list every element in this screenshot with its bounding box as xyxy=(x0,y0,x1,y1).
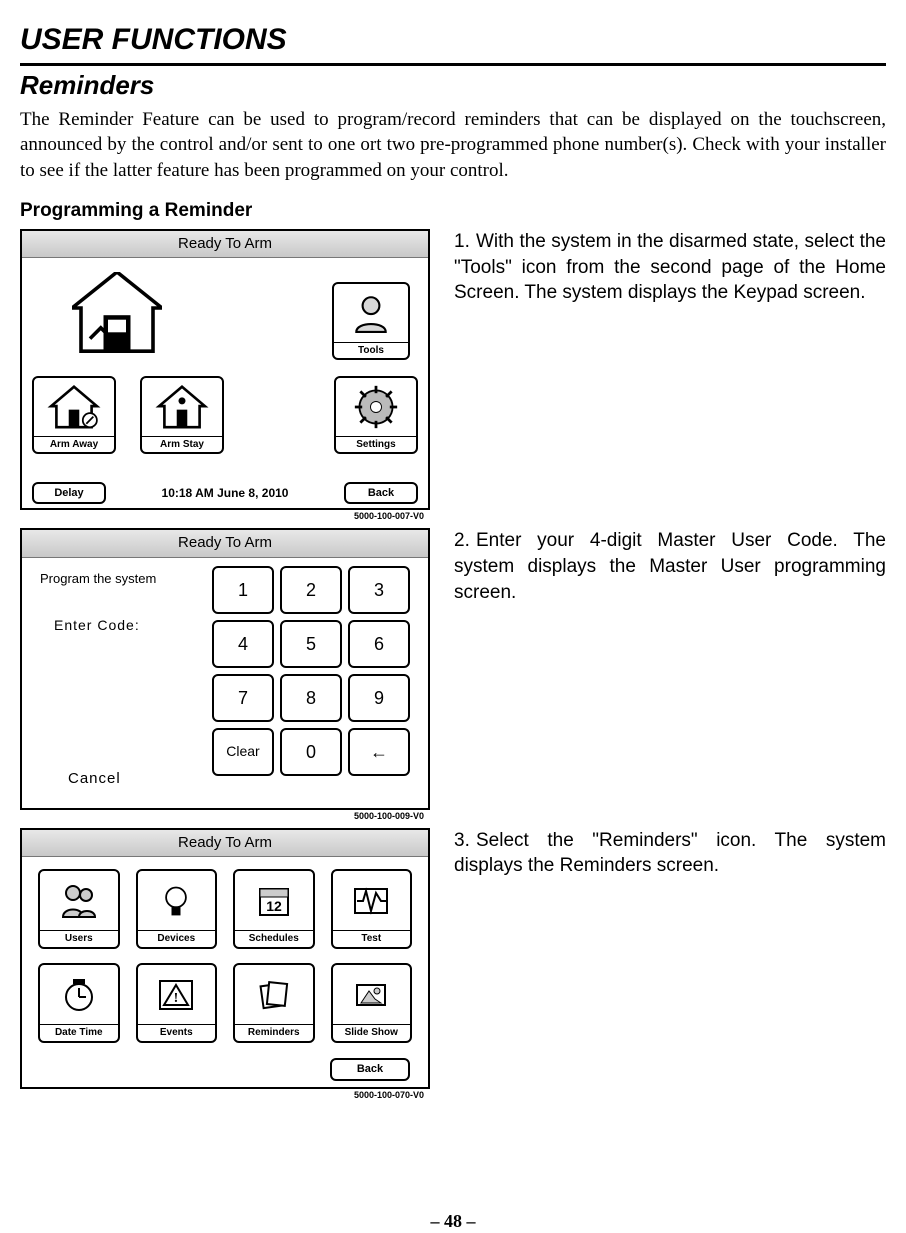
house-away-icon xyxy=(34,378,114,436)
user-icon xyxy=(334,284,408,342)
arm-stay-button[interactable]: Arm Stay xyxy=(140,376,224,454)
tools-label: Tools xyxy=(334,342,408,359)
back-button-1[interactable]: Back xyxy=(344,482,418,505)
calendar-icon: 12 xyxy=(235,871,313,931)
arm-away-button[interactable]: Arm Away xyxy=(32,376,116,454)
titlebar-2: Ready To Arm xyxy=(22,530,428,557)
enter-code-label: Enter Code: xyxy=(54,616,140,635)
test-button[interactable]: Test xyxy=(331,869,413,949)
reminders-button[interactable]: Reminders xyxy=(233,963,315,1043)
key-0[interactable]: 0 xyxy=(280,728,342,776)
figure-1: Ready To Arm Tools Arm Away xyxy=(20,229,430,510)
users-icon xyxy=(40,871,118,931)
gear-icon xyxy=(336,378,416,436)
key-7[interactable]: 7 xyxy=(212,674,274,722)
timestamp: 10:18 AM June 8, 2010 xyxy=(126,485,324,501)
step-3-row: Ready To Arm Users Devices 12 Schedules … xyxy=(20,828,886,1089)
arm-away-label: Arm Away xyxy=(34,436,114,453)
step-1-number: 1. xyxy=(454,229,476,255)
figure-2: Ready To Arm Program the system Enter Co… xyxy=(20,528,430,809)
schedules-button[interactable]: 12 Schedules xyxy=(233,869,315,949)
notes-icon xyxy=(235,965,313,1025)
svg-text:!: ! xyxy=(174,991,179,1006)
slideshow-button[interactable]: Slide Show xyxy=(331,963,413,1043)
titlebar-1: Ready To Arm xyxy=(22,231,428,258)
key-4[interactable]: 4 xyxy=(212,620,274,668)
bulb-icon xyxy=(138,871,216,931)
house-icon xyxy=(72,272,162,352)
settings-button[interactable]: Settings xyxy=(334,376,418,454)
step-1-text: 1.With the system in the disarmed state,… xyxy=(454,229,886,306)
clock-icon xyxy=(40,965,118,1025)
step-2-row: Ready To Arm Program the system Enter Co… xyxy=(20,528,886,809)
step-3-body: Select the "Reminders" icon. The system … xyxy=(454,830,886,877)
section-title: Reminders xyxy=(20,68,886,103)
step-2-body: Enter your 4-digit Master User Code. The… xyxy=(454,530,886,602)
subheading: Programming a Reminder xyxy=(20,198,886,224)
picture-icon xyxy=(333,965,411,1025)
back-button-3[interactable]: Back xyxy=(330,1058,410,1081)
key-9[interactable]: 9 xyxy=(348,674,410,722)
schedules-label: Schedules xyxy=(235,930,313,947)
intro-paragraph: The Reminder Feature can be used to prog… xyxy=(20,107,886,184)
step-2-number: 2. xyxy=(454,528,476,554)
key-2[interactable]: 2 xyxy=(280,566,342,614)
house-stay-icon xyxy=(142,378,222,436)
cancel-button[interactable]: Cancel xyxy=(68,769,121,789)
datetime-label: Date Time xyxy=(40,1024,118,1041)
step-3-number: 3. xyxy=(454,828,476,854)
figure-1-code: 5000-100-007-V0 xyxy=(354,510,424,522)
key-1[interactable]: 1 xyxy=(212,566,274,614)
titlebar-3: Ready To Arm xyxy=(22,830,428,857)
step-1-row: Ready To Arm Tools Arm Away xyxy=(20,229,886,510)
step-3-text: 3.Select the "Reminders" icon. The syste… xyxy=(454,828,886,879)
test-label: Test xyxy=(333,930,411,947)
events-label: Events xyxy=(138,1024,216,1041)
key-3[interactable]: 3 xyxy=(348,566,410,614)
step-2-text: 2.Enter your 4-digit Master User Code. T… xyxy=(454,528,886,605)
events-button[interactable]: ! Events xyxy=(136,963,218,1043)
warning-icon: ! xyxy=(138,965,216,1025)
key-8[interactable]: 8 xyxy=(280,674,342,722)
page-number: – 48 – xyxy=(20,1209,886,1233)
keypad: 1 2 3 4 5 6 7 8 9 Clear 0 ← xyxy=(212,566,416,776)
figure-3-code: 5000-100-070-V0 xyxy=(354,1089,424,1101)
key-5[interactable]: 5 xyxy=(280,620,342,668)
wave-icon xyxy=(333,871,411,931)
reminders-label: Reminders xyxy=(235,1024,313,1041)
users-label: Users xyxy=(40,930,118,947)
delay-button[interactable]: Delay xyxy=(32,482,106,505)
users-button[interactable]: Users xyxy=(38,869,120,949)
svg-text:12: 12 xyxy=(266,898,282,914)
key-backspace[interactable]: ← xyxy=(348,728,410,776)
devices-button[interactable]: Devices xyxy=(136,869,218,949)
datetime-button[interactable]: Date Time xyxy=(38,963,120,1043)
tools-button[interactable]: Tools xyxy=(332,282,410,360)
settings-label: Settings xyxy=(336,436,416,453)
figure-3: Ready To Arm Users Devices 12 Schedules … xyxy=(20,828,430,1089)
arm-stay-label: Arm Stay xyxy=(142,436,222,453)
page-title: USER FUNCTIONS xyxy=(20,20,886,66)
key-clear[interactable]: Clear xyxy=(212,728,274,776)
step-1-body: With the system in the disarmed state, s… xyxy=(454,231,886,303)
key-6[interactable]: 6 xyxy=(348,620,410,668)
program-label: Program the system xyxy=(40,570,156,588)
figure-2-code: 5000-100-009-V0 xyxy=(354,810,424,822)
slideshow-label: Slide Show xyxy=(333,1024,411,1041)
devices-label: Devices xyxy=(138,930,216,947)
